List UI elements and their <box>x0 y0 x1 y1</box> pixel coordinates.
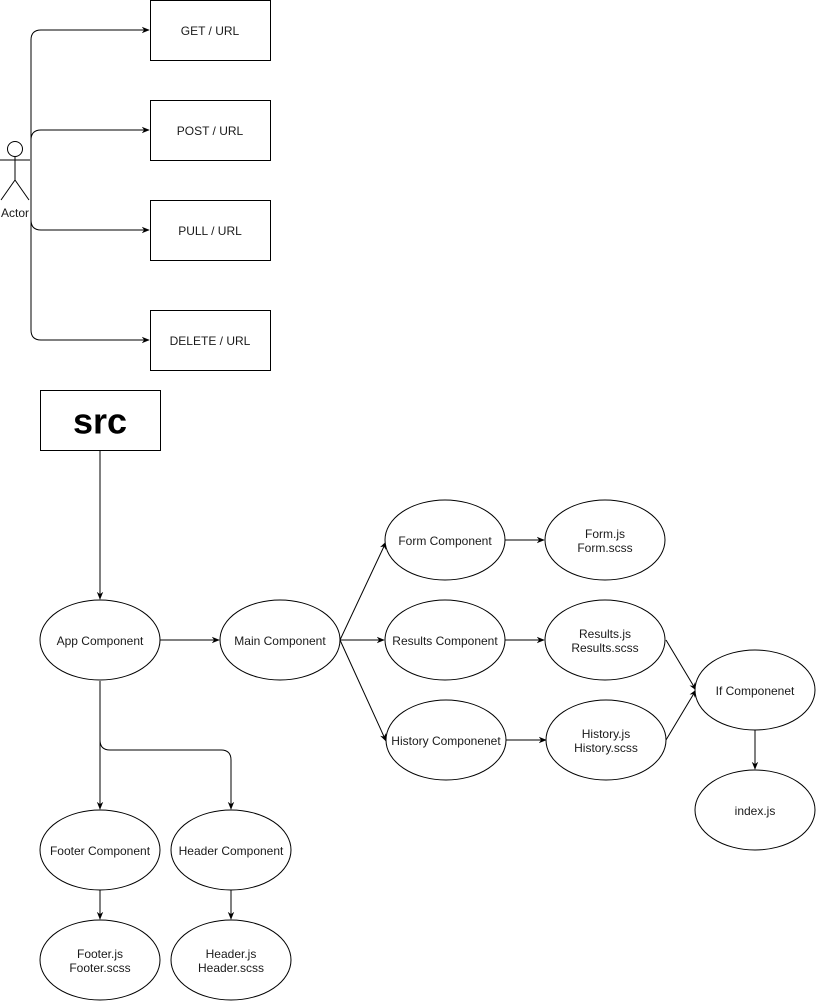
node-label-line-1: Header.js <box>206 947 257 961</box>
node-history-files[interactable]: History.js History.scss <box>545 699 667 781</box>
edge-historyfiles-if <box>665 689 697 741</box>
node-header[interactable]: Header Component <box>170 809 292 891</box>
endpoint-post[interactable]: POST / URL <box>150 100 271 161</box>
edge-actor-post <box>30 126 150 141</box>
actor-leg-right <box>14 179 30 201</box>
node-label: Footer Component <box>50 844 151 858</box>
node-label-line-1: History.js <box>582 727 630 741</box>
node-form-files[interactable]: Form.js Form.scss <box>544 499 666 581</box>
edge-actor-get <box>30 26 150 200</box>
node-label-line-2: Form.scss <box>577 541 632 555</box>
edge-main-form <box>339 541 387 641</box>
edge-app-header <box>99 739 235 810</box>
actor-head <box>7 141 23 157</box>
actor[interactable]: Actor <box>0 141 30 221</box>
node-label-line-2: Results.scss <box>571 641 638 655</box>
node-label: Header Component <box>179 844 284 858</box>
node-label: Form Component <box>398 534 492 548</box>
node-index[interactable]: index.js <box>694 769 816 851</box>
edge-actor-delete <box>30 220 150 344</box>
node-label-line-2: Header.scss <box>198 961 264 975</box>
node-label: History Componenet <box>391 734 501 748</box>
actor-label: Actor <box>1 206 29 220</box>
node-results[interactable]: Results Component <box>384 599 506 681</box>
endpoint-label: PULL / URL <box>178 224 242 238</box>
src-box[interactable]: src <box>40 390 161 451</box>
node-label: Main Component <box>234 634 326 648</box>
actor-edges <box>30 26 150 344</box>
node-footer[interactable]: Footer Component <box>39 809 161 891</box>
node-label-line-1: Results.js <box>579 627 631 641</box>
node-label: App Component <box>57 634 144 648</box>
src-label: src <box>73 401 127 442</box>
diagram-canvas: Actor GET / URL POST / URL PULL / URL DE… <box>0 0 816 1001</box>
endpoint-pull[interactable]: PULL / URL <box>150 200 271 261</box>
node-label: If Componenet <box>716 684 795 698</box>
edge-actor-pull <box>30 200 150 234</box>
endpoint-get[interactable]: GET / URL <box>150 0 271 61</box>
actor-leg-left <box>0 179 16 201</box>
edge-main-history <box>339 639 387 742</box>
node-app[interactable]: App Component <box>39 599 161 681</box>
node-history[interactable]: History Componenet <box>385 699 507 781</box>
edge-resultsfiles-if <box>665 639 697 691</box>
node-results-files[interactable]: Results.js Results.scss <box>544 599 666 681</box>
node-label-line-1: Footer.js <box>77 947 123 961</box>
node-label-line-2: History.scss <box>574 741 638 755</box>
node-label: index.js <box>735 804 776 818</box>
node-header-files[interactable]: Header.js Header.scss <box>170 919 292 1001</box>
node-form[interactable]: Form Component <box>384 499 506 581</box>
node-footer-files[interactable]: Footer.js Footer.scss <box>39 919 161 1001</box>
endpoint-label: DELETE / URL <box>170 334 251 348</box>
endpoint-label: GET / URL <box>181 24 240 38</box>
node-label-line-2: Footer.scss <box>69 961 130 975</box>
endpoint-label: POST / URL <box>177 124 244 138</box>
node-if[interactable]: If Componenet <box>694 649 816 731</box>
node-label-line-1: Form.js <box>585 527 625 541</box>
node-main[interactable]: Main Component <box>219 599 341 681</box>
node-label: Results Component <box>392 634 498 648</box>
endpoint-delete[interactable]: DELETE / URL <box>150 310 271 371</box>
